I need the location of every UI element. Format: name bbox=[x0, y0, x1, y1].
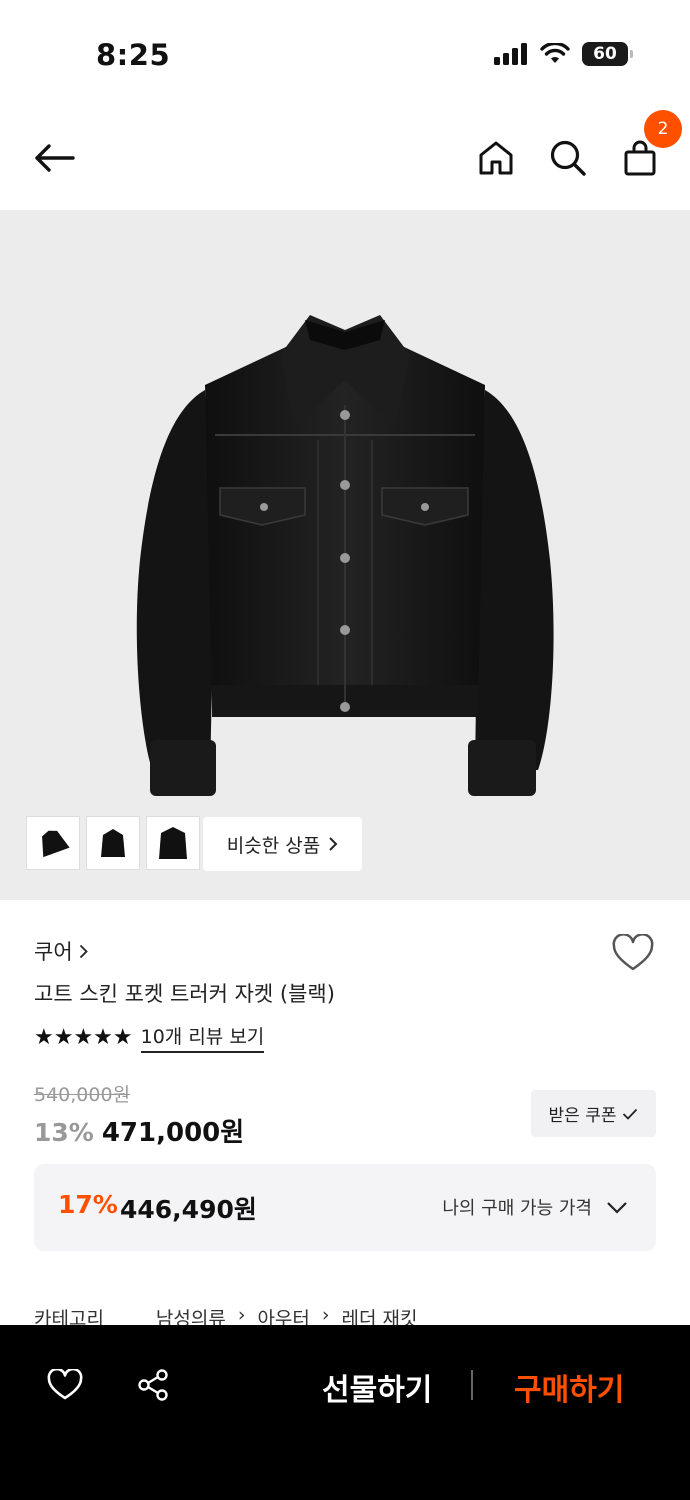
share-icon bbox=[138, 1369, 168, 1401]
coupon-button[interactable]: 받은 쿠폰 bbox=[531, 1090, 656, 1137]
category-row: 카테고리 남성의류 › 아우터 › 레더 재킷 bbox=[34, 1304, 674, 1326]
wifi-icon bbox=[540, 43, 570, 63]
product-title: 고트 스킨 포켓 트러커 자켓 (블랙) bbox=[34, 982, 335, 1006]
check-icon bbox=[623, 1108, 638, 1120]
thumbnail-3[interactable] bbox=[146, 816, 200, 870]
status-time: 8:25 bbox=[96, 38, 171, 72]
chevron-right-icon: › bbox=[237, 1304, 246, 1326]
jacket-thumbnail-icon bbox=[159, 827, 187, 859]
search-button[interactable] bbox=[540, 130, 596, 186]
rating-stars: ★★★★★ bbox=[34, 1025, 133, 1050]
gift-button[interactable]: 선물하기 bbox=[322, 1365, 432, 1409]
top-nav: 2 bbox=[0, 110, 690, 210]
category-crumb[interactable]: 남성의류 bbox=[156, 1304, 226, 1326]
original-price: 540,000원 bbox=[34, 1084, 131, 1106]
buy-button[interactable]: 구매하기 bbox=[514, 1365, 624, 1409]
signal-icon bbox=[494, 43, 527, 65]
similar-products-label: 비슷한 상품 bbox=[226, 834, 321, 857]
home-icon bbox=[479, 141, 513, 175]
leather-jacket-image bbox=[136, 315, 554, 796]
chevron-right-icon bbox=[329, 837, 338, 851]
sale-price: 471,000원 bbox=[101, 1118, 245, 1148]
thumbnail-2[interactable] bbox=[86, 816, 140, 870]
category-label: 카테고리 bbox=[34, 1308, 104, 1326]
chevron-down-icon bbox=[607, 1201, 627, 1214]
brand-link[interactable]: 쿠어 bbox=[34, 936, 88, 966]
shopping-bag-icon bbox=[624, 140, 656, 176]
cart-button[interactable]: 2 bbox=[612, 110, 682, 186]
jacket-thumbnail-icon bbox=[101, 829, 125, 857]
wishlist-button[interactable] bbox=[612, 933, 654, 976]
best-discount-rate: 17% bbox=[58, 1190, 118, 1219]
review-link[interactable]: 10개 리뷰 보기 bbox=[140, 1022, 265, 1053]
status-bar: 8:25 60 bbox=[0, 0, 690, 110]
category-crumb[interactable]: 아우터 bbox=[257, 1304, 309, 1326]
price-row: 13% 471,000원 bbox=[34, 1112, 244, 1149]
best-price: 446,490원 bbox=[120, 1195, 257, 1224]
product-image[interactable] bbox=[0, 210, 690, 900]
share-button[interactable] bbox=[133, 1365, 173, 1405]
category-breadcrumb: 남성의류 › 아우터 › 레더 재킷 bbox=[156, 1304, 418, 1326]
chevron-right-icon bbox=[79, 944, 88, 958]
heart-icon bbox=[47, 1369, 83, 1400]
rating-row: ★★★★★ 10개 리뷰 보기 bbox=[34, 1022, 265, 1053]
coupon-label: 받은 쿠폰 bbox=[548, 1106, 617, 1126]
status-icons: 60 bbox=[494, 42, 633, 66]
divider bbox=[471, 1370, 473, 1400]
heart-icon bbox=[612, 933, 654, 971]
jacket-thumbnail-icon bbox=[42, 830, 70, 858]
similar-products-button[interactable]: 비슷한 상품 bbox=[203, 817, 362, 871]
thumbnail-strip bbox=[26, 816, 200, 870]
bottom-wishlist-button[interactable] bbox=[45, 1365, 85, 1405]
best-price-box[interactable]: 17% 446,490원 나의 구매 가능 가격 bbox=[34, 1164, 656, 1251]
back-button[interactable] bbox=[26, 130, 82, 186]
cart-count-badge: 2 bbox=[644, 110, 682, 148]
discount-rate: 13% bbox=[34, 1118, 94, 1147]
category-crumb[interactable]: 레더 재킷 bbox=[342, 1304, 418, 1326]
bottom-action-bar: 선물하기 구매하기 bbox=[0, 1325, 690, 1500]
search-icon bbox=[550, 140, 586, 176]
best-price-label: 나의 구매 가능 가격 bbox=[442, 1198, 592, 1219]
chevron-right-icon: › bbox=[321, 1304, 330, 1326]
battery-icon: 60 bbox=[582, 42, 633, 66]
back-arrow-icon bbox=[35, 144, 75, 172]
home-button[interactable] bbox=[468, 130, 524, 186]
thumbnail-1[interactable] bbox=[26, 816, 80, 870]
best-price-toggle[interactable]: 나의 구매 가능 가격 bbox=[442, 1194, 628, 1220]
brand-name: 쿠어 bbox=[34, 940, 73, 964]
